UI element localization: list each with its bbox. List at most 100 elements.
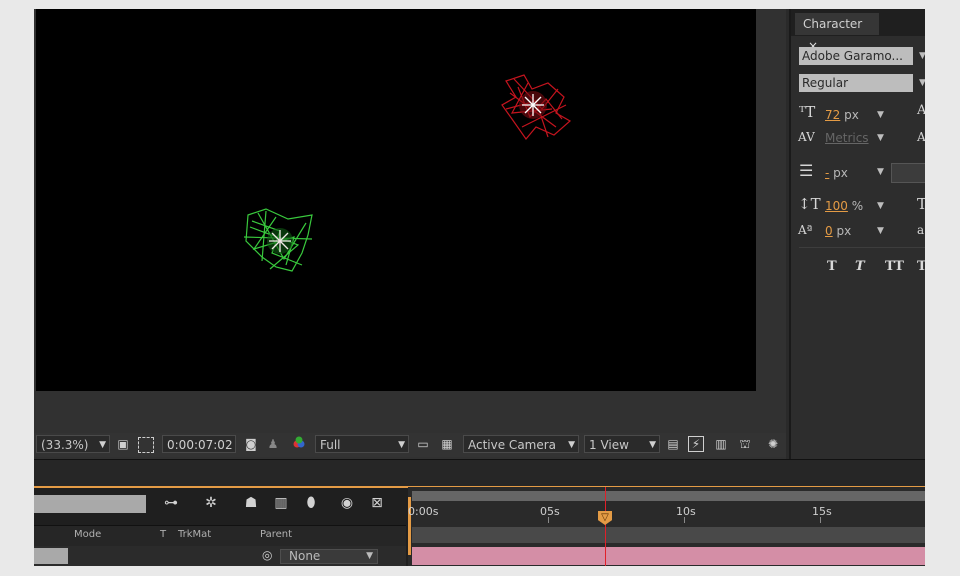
rgb-channels-icon[interactable]	[290, 435, 308, 453]
chevron-down-icon[interactable]: ▼	[877, 201, 884, 211]
chevron-down-icon: ▼	[398, 440, 405, 450]
layer-duration-bar[interactable]	[412, 547, 925, 565]
font-style-dropdown[interactable]: Regular	[799, 74, 913, 92]
timeline-panel: ⊶ ✲ ☗ ▥ ⬮ ◉ ⊠ Mode T TrkMat Parent ◎ Non…	[34, 459, 925, 566]
hide-shy-layers-icon[interactable]: ☗	[240, 492, 262, 514]
viewer-toolbar: (33.3%) ▼ ▣ 0:00:07:02 ◙ ♟ Full ▼ ▭ ▦ Ac…	[34, 433, 786, 457]
region-of-interest-icon[interactable]: ▣	[114, 435, 132, 453]
current-time-indicator-line[interactable]	[605, 487, 606, 566]
column-mode: Mode	[74, 529, 102, 540]
time-ruler[interactable]: 0:00s 05s 10s 15s ▽	[408, 487, 925, 566]
chevron-down-icon: ▼	[568, 440, 575, 450]
pick-whip-icon[interactable]: ◎	[262, 548, 272, 562]
parent-dropdown[interactable]: None ▼	[280, 549, 378, 564]
layer-name-cell[interactable]	[34, 548, 68, 564]
transparency-grid-icon[interactable]	[138, 437, 154, 453]
font-size-unit: px	[844, 108, 859, 122]
font-style-value: Regular	[802, 76, 849, 90]
all-caps-button[interactable]: TT	[885, 259, 904, 274]
faux-bold-button[interactable]: T	[827, 259, 837, 274]
stroke-style-dropdown[interactable]	[891, 163, 925, 183]
frame-blending-icon[interactable]: ▥	[270, 492, 292, 514]
font-family-value: Adobe Garamo...	[802, 49, 903, 63]
tab-label: Character	[803, 17, 863, 31]
exposure-reset-icon[interactable]: ✺	[764, 435, 782, 453]
view-layout-dropdown[interactable]: 1 View ▼	[584, 435, 660, 453]
chevron-down-icon[interactable]: ▼	[877, 110, 884, 120]
vertical-scale-field[interactable]: 100 %	[825, 199, 863, 213]
ruler-tick-label: 15s	[812, 505, 832, 518]
ruler-tick-mark	[820, 517, 821, 523]
timecode-value: 0:00:07:02	[167, 438, 233, 452]
chevron-down-icon[interactable]: ▼	[877, 226, 884, 236]
draft-3d-icon[interactable]: ✲	[200, 492, 222, 514]
vertical-scale-unit: %	[851, 199, 864, 213]
toggle-pixel-aspect-icon[interactable]: ▤	[664, 435, 682, 453]
fast-draft-icon[interactable]: ⚡	[688, 436, 704, 452]
timeline-tab-strip	[34, 459, 925, 488]
tab-character[interactable]: Character ×	[795, 13, 879, 53]
character-panel: Character × Adobe Garamo... ▼ Regular ▼ …	[789, 9, 925, 459]
parent-value: None	[289, 549, 321, 563]
chevron-down-icon[interactable]: ▼	[877, 167, 884, 177]
composition-canvas[interactable]	[36, 9, 756, 391]
magnification-value: (33.3%)	[41, 438, 89, 452]
tracking-icon: A	[917, 130, 925, 144]
kerning-value: Metrics	[825, 131, 869, 145]
ruler-tick-mark	[684, 517, 685, 523]
motion-blur-icon[interactable]: ⬮	[300, 492, 322, 514]
leading-icon: A	[917, 103, 925, 118]
layer-track-background	[412, 527, 925, 543]
graph-editor-icon[interactable]: ⊠	[366, 492, 388, 514]
show-snapshot-icon[interactable]: ♟	[264, 435, 282, 453]
composition-mini-flowchart-icon[interactable]: ⊶	[160, 492, 182, 514]
resolution-dropdown[interactable]: Full ▼	[315, 435, 409, 453]
red-particle-emitter	[501, 74, 572, 140]
small-caps-button[interactable]: Tт	[917, 259, 925, 274]
stroke-width-field[interactable]: - px	[825, 166, 848, 180]
camera-value: Active Camera	[468, 438, 557, 452]
magnification-dropdown[interactable]: (33.3%) ▼	[36, 435, 110, 453]
character-tab-strip: Character ×	[791, 9, 925, 53]
horizontal-scale-icon: T	[917, 195, 925, 213]
active-camera-dropdown[interactable]: Active Camera ▼	[463, 435, 579, 453]
vertical-scale-icon: ↕T	[798, 195, 821, 213]
work-area-bar[interactable]	[412, 491, 925, 501]
baseline-shift-icon: Aª	[798, 223, 813, 237]
column-parent: Parent	[260, 529, 293, 540]
stroke-width-icon: ☰	[799, 161, 814, 180]
chevron-down-icon: ▼	[99, 440, 106, 450]
ruler-tick-label: 0:00s	[408, 505, 439, 518]
playhead-icon: ▽	[601, 512, 609, 523]
layer-search-input[interactable]	[34, 495, 146, 513]
stroke-width-value: -	[825, 166, 830, 180]
font-size-field[interactable]: 72 px	[825, 108, 859, 122]
font-size-icon: ᵀT	[799, 103, 816, 121]
chevron-down-icon[interactable]: ▼	[877, 133, 884, 143]
brainstorm-icon[interactable]: ◉	[336, 492, 358, 514]
ruler-tick-mark	[548, 517, 549, 523]
chevron-down-icon[interactable]: ▼	[919, 78, 925, 88]
font-family-dropdown[interactable]: Adobe Garamo...	[799, 47, 913, 65]
font-size-value: 72	[825, 108, 841, 122]
faux-italic-button[interactable]: T	[855, 259, 865, 274]
chevron-down-icon[interactable]: ▼	[919, 51, 925, 61]
checkerboard-icon[interactable]: ▦	[438, 435, 456, 453]
particle-render	[243, 74, 572, 272]
vertical-scale-value: 100	[825, 199, 848, 213]
timeline-icon[interactable]: ▥	[712, 435, 730, 453]
kerning-field[interactable]: Metrics	[825, 131, 869, 145]
flowchart-icon[interactable]: ⛫	[736, 435, 754, 453]
current-time-display[interactable]: 0:00:07:02	[162, 435, 236, 453]
green-emitter-icon	[269, 230, 291, 252]
tsume-icon: a	[917, 223, 925, 237]
fast-previews-icon[interactable]: ▭	[414, 435, 432, 453]
green-particle-emitter	[243, 208, 313, 272]
baseline-shift-field[interactable]: 0 px	[825, 224, 851, 238]
chevron-down-icon: ▼	[649, 440, 656, 450]
column-trkmat: TrkMat	[178, 529, 212, 540]
current-time-indicator-handle[interactable]: ▽	[598, 511, 612, 525]
layer-row[interactable]: ◎ None ▼	[34, 546, 406, 566]
camera-snapshot-icon[interactable]: ◙	[242, 435, 260, 453]
ruler-tick-label: 10s	[676, 505, 696, 518]
